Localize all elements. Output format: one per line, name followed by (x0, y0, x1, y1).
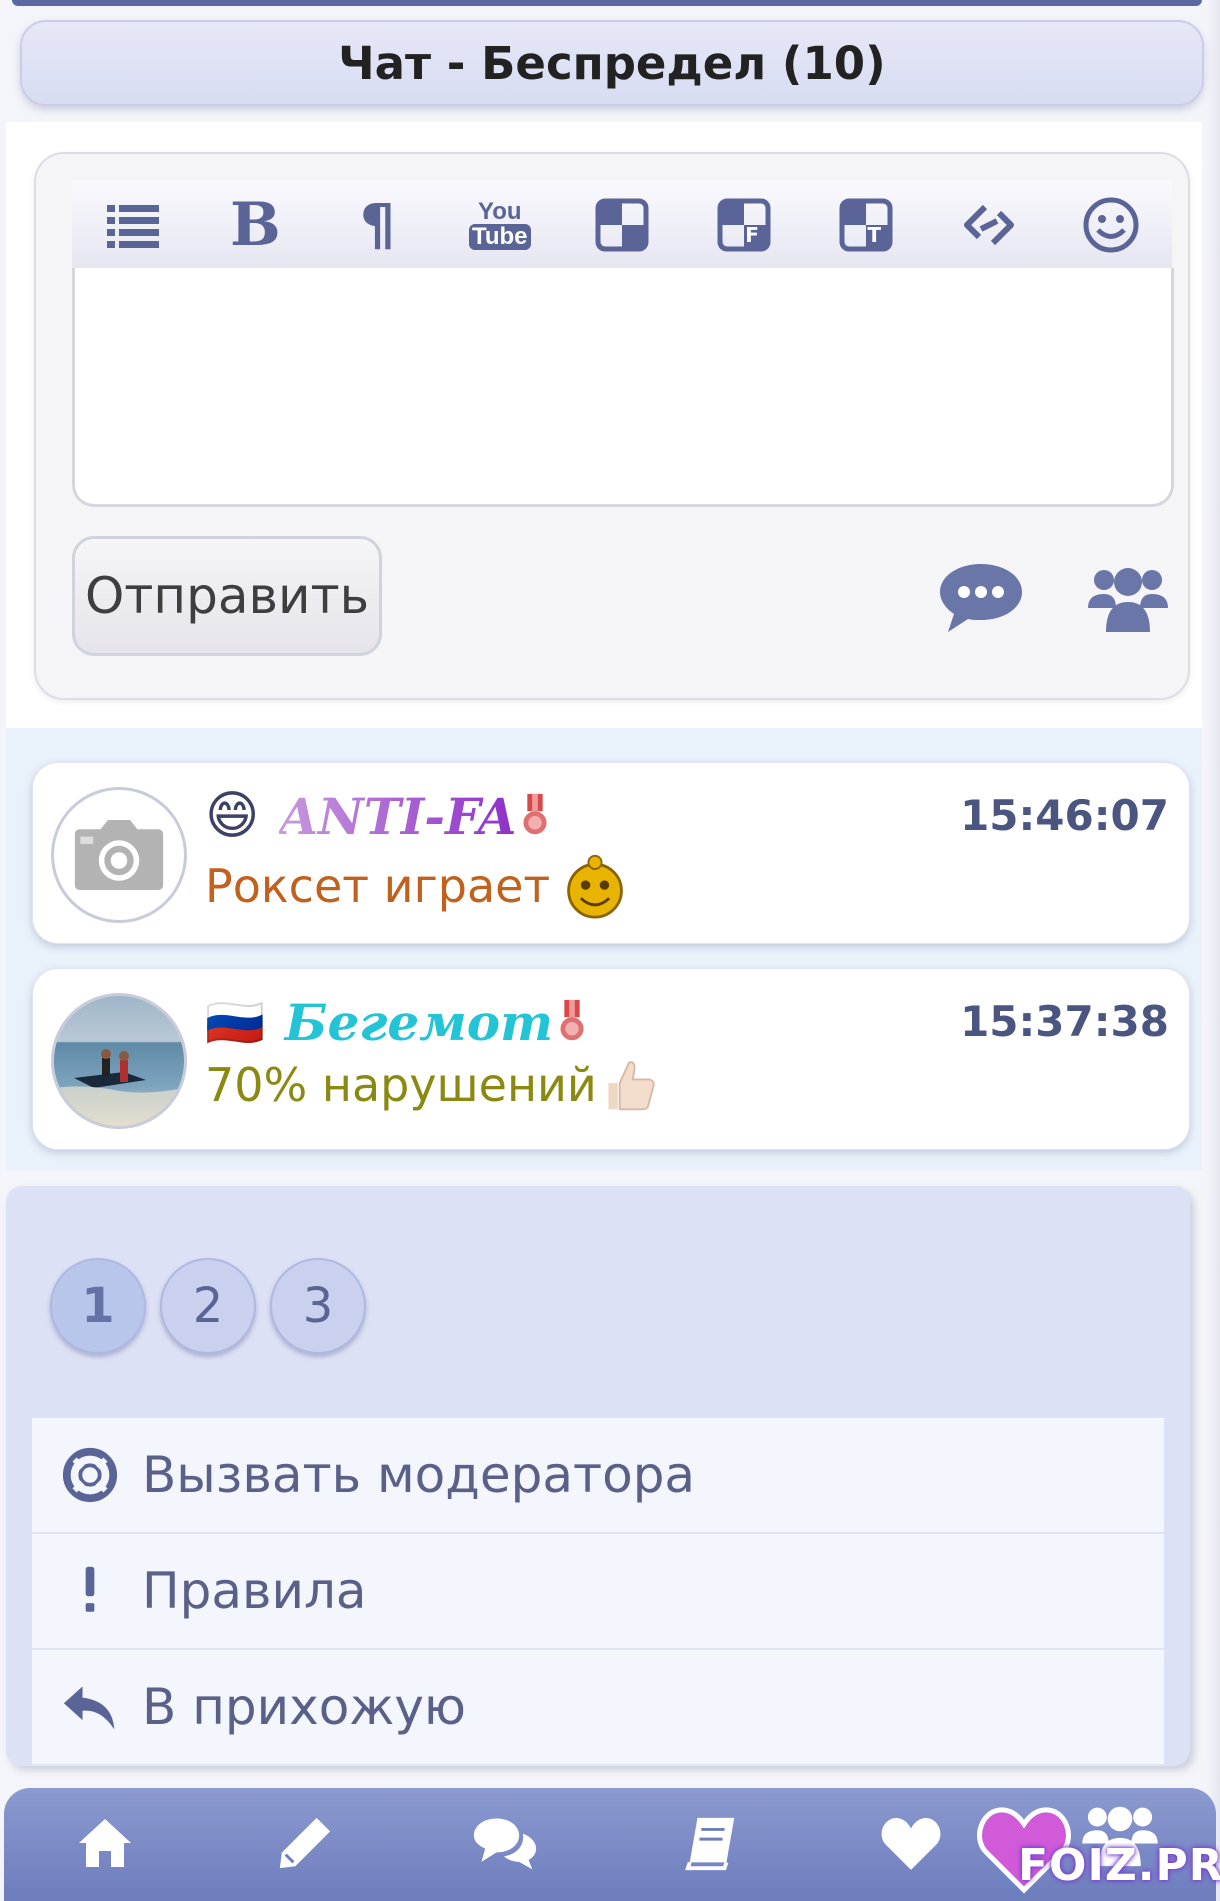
send-button[interactable]: Отправить (72, 536, 382, 656)
camera-icon (74, 820, 164, 890)
message-time: 15:46:07 (960, 791, 1169, 840)
page-title: Чат - Беспредел (10) (20, 20, 1204, 106)
chat-bubble-icon[interactable] (936, 560, 1026, 636)
youtube-bottom: Tube (468, 224, 531, 250)
rules-link[interactable]: Правила (32, 1534, 1164, 1650)
message-card: 🇷🇺 Бегемот 15:37:38 70% нарушений (32, 968, 1190, 1150)
spoiler-f-letter: F (745, 223, 759, 247)
medal-icon (560, 999, 584, 1041)
pagination: 1 2 3 (50, 1258, 366, 1354)
page-button[interactable]: 3 (270, 1258, 366, 1354)
call-moderator-link[interactable]: Вызвать модератора (32, 1418, 1164, 1534)
editor-toolbar: B ¶ You Tube F T (72, 180, 1172, 270)
page-edge (1206, 0, 1220, 1901)
message-header: 🇷🇺 Бегемот (205, 987, 587, 1057)
menu-label: Вызвать модератора (142, 1446, 696, 1504)
username[interactable]: ANTI-FA (279, 787, 516, 846)
heart-icon[interactable] (876, 1808, 946, 1878)
hallway-link[interactable]: В прихожую (32, 1650, 1164, 1766)
username[interactable]: Бегемот (285, 993, 553, 1052)
bold-icon[interactable]: B (223, 190, 287, 260)
logo-text: FOIZ.PRO (1018, 1840, 1220, 1891)
medal-icon (523, 793, 547, 835)
list-icon[interactable] (101, 193, 165, 257)
thumbs-up-icon (608, 1061, 655, 1111)
link-icon[interactable] (957, 193, 1021, 257)
page-button-current[interactable]: 1 (50, 1258, 146, 1354)
users-group-icon[interactable] (1088, 562, 1168, 634)
message-input[interactable] (72, 268, 1174, 507)
avatar[interactable] (51, 993, 187, 1129)
menu-label: Правила (142, 1562, 367, 1620)
foiz-logo[interactable]: FOIZ.PRO (974, 1798, 1220, 1901)
flag-emoji: 🇷🇺 (205, 994, 265, 1051)
message-text: 70% нарушений (205, 1057, 657, 1113)
smiling-emoticon-icon (567, 854, 624, 919)
home-icon[interactable] (70, 1808, 140, 1878)
book-icon[interactable] (676, 1808, 746, 1878)
paragraph-glyph: ¶ (359, 192, 396, 258)
avatar[interactable] (51, 787, 187, 923)
message-body: 70% нарушений (205, 1058, 597, 1112)
lifebuoy-icon (60, 1445, 120, 1505)
message-body: Роксет играет (205, 859, 551, 913)
pencil-icon[interactable] (270, 1808, 340, 1878)
menu-label: В прихожую (142, 1678, 467, 1736)
paragraph-icon[interactable]: ¶ (346, 192, 410, 258)
spoiler-icon[interactable] (590, 193, 654, 257)
message-card: 😄 ANTI-FA 15:46:07 Роксет играет (32, 762, 1190, 944)
message-text: Роксет играет (205, 851, 628, 921)
jetski-photo (54, 1049, 184, 1126)
user-emoji: 😄 (205, 786, 260, 846)
exclamation-icon (60, 1561, 120, 1621)
bold-glyph: B (229, 190, 281, 260)
page-button[interactable]: 2 (160, 1258, 256, 1354)
spoiler-t-icon[interactable]: T (834, 193, 898, 257)
smiley-icon[interactable] (1079, 193, 1143, 257)
youtube-top: You (477, 198, 522, 225)
reply-icon (60, 1677, 120, 1737)
top-border (12, 0, 1202, 6)
message-time: 15:37:38 (960, 997, 1169, 1046)
message-header: 😄 ANTI-FA (205, 781, 550, 851)
youtube-icon[interactable]: You Tube (468, 193, 532, 257)
spoiler-t-letter: T (867, 223, 882, 247)
chat-icon[interactable] (470, 1808, 540, 1878)
spoiler-f-icon[interactable]: F (712, 193, 776, 257)
menu-list: Вызвать модератора Правила В прихожую (32, 1418, 1164, 1766)
